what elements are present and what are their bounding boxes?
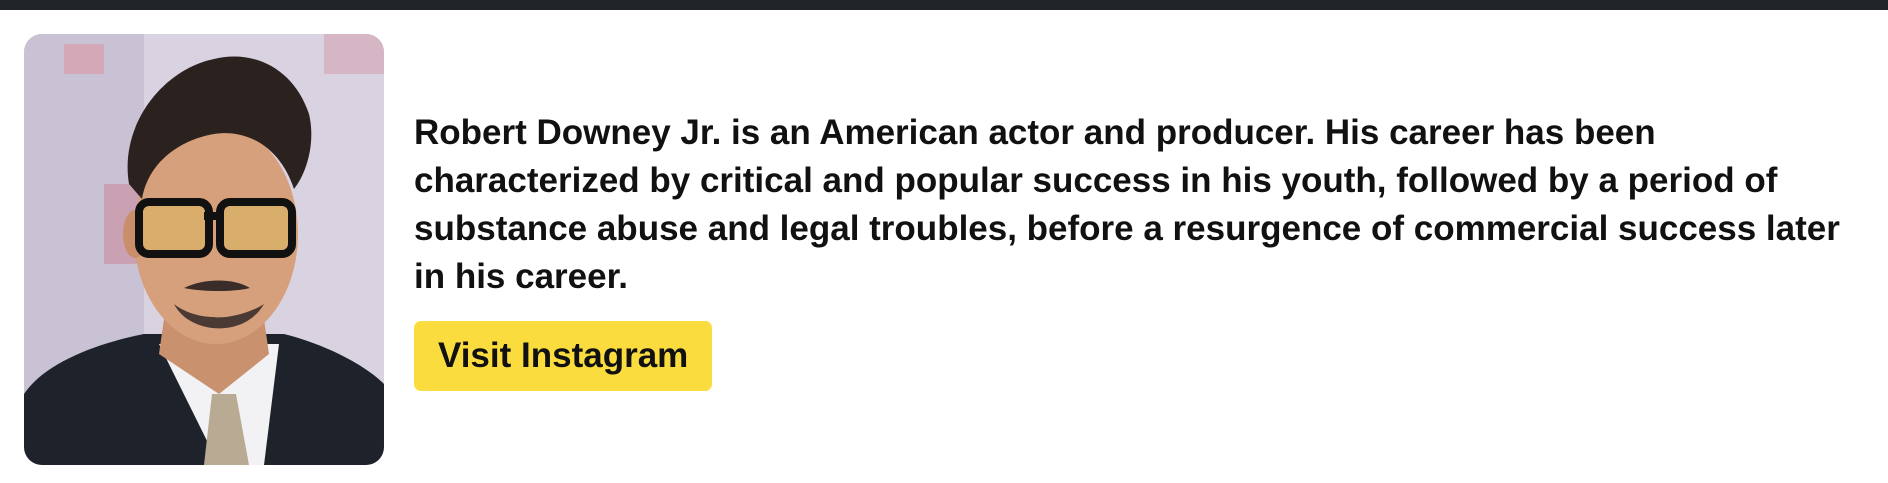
profile-bio: Robert Downey Jr. is an American actor a… [414, 112, 1840, 296]
profile-content: Robert Downey Jr. is an American actor a… [414, 109, 1854, 391]
top-bar [0, 0, 1888, 10]
visit-instagram-button[interactable]: Visit Instagram [414, 320, 713, 391]
profile-card: Robert Downey Jr. is an American actor a… [24, 34, 1854, 465]
portrait-photo-icon [24, 34, 384, 465]
profile-photo [24, 34, 384, 465]
